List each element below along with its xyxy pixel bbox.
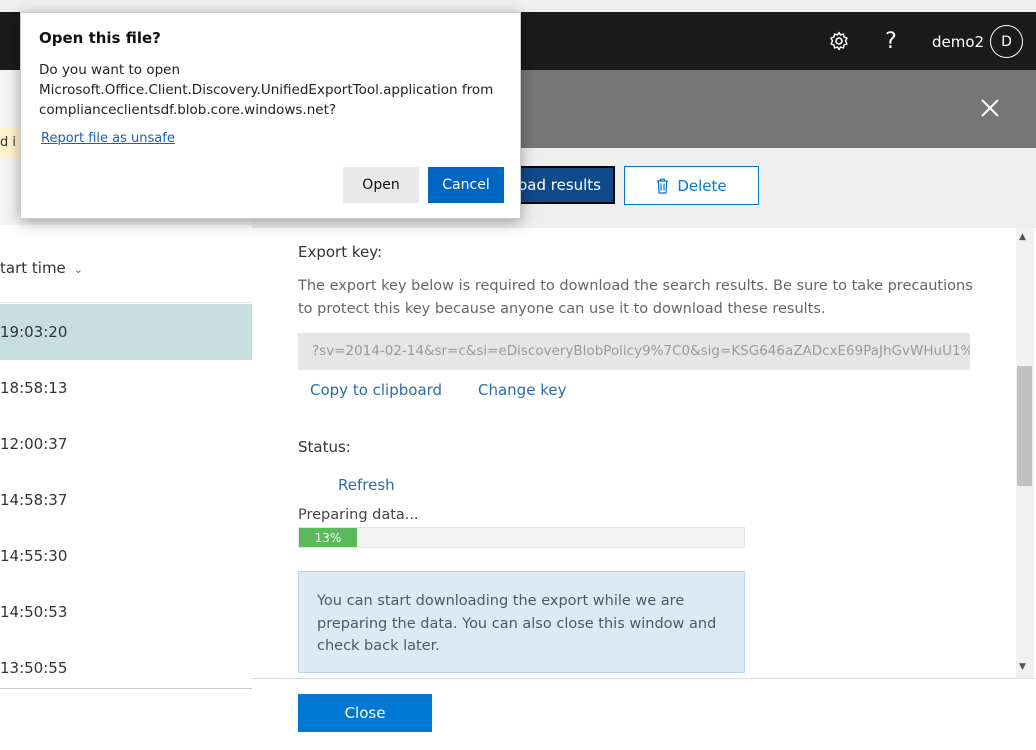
- scrollbar-thumb[interactable]: [1017, 366, 1032, 486]
- info-message: You can start downloading the export whi…: [298, 571, 745, 673]
- progress-percent-text: 13%: [314, 530, 342, 545]
- start-time-value: 19:03:20: [0, 323, 68, 341]
- dialog-message: Do you want to open Microsoft.Office.Cli…: [39, 62, 494, 118]
- open-button-label: Open: [362, 177, 400, 193]
- close-button[interactable]: Close: [298, 694, 432, 732]
- copy-to-clipboard-link[interactable]: Copy to clipboard: [310, 381, 442, 399]
- scroll-down-arrow-icon[interactable]: ▼: [1019, 662, 1026, 672]
- change-key-link[interactable]: Change key: [478, 381, 566, 399]
- list-item[interactable]: 14:55:30: [0, 528, 252, 584]
- divider: [0, 302, 252, 303]
- status-heading: Status:: [298, 438, 351, 456]
- start-time-value: 18:58:13: [0, 379, 68, 397]
- start-time-value: 14:58:37: [0, 491, 68, 509]
- divider: [0, 688, 252, 689]
- refresh-link[interactable]: Refresh: [338, 476, 395, 494]
- gear-icon: [830, 31, 848, 51]
- delete-button[interactable]: Delete: [624, 166, 759, 205]
- scroll-up-arrow-icon[interactable]: ▲: [1019, 232, 1026, 242]
- export-key-field[interactable]: ?sv=2014-02-14&sr=c&si=eDiscoveryBlobPol…: [298, 333, 970, 370]
- avatar[interactable]: D: [990, 25, 1023, 58]
- download-results-button[interactable]: load results: [508, 166, 615, 204]
- avatar-initial: D: [1001, 33, 1012, 50]
- warning-banner: d i: [0, 128, 20, 158]
- start-time-value: 14:50:53: [0, 603, 68, 621]
- export-key-heading: Export key:: [298, 243, 383, 261]
- close-panel-button[interactable]: [976, 95, 1004, 123]
- dialog-title: Open this file?: [39, 29, 161, 47]
- progress-bar: 13%: [298, 527, 745, 548]
- help-button[interactable]: ?: [874, 24, 908, 58]
- chevron-down-icon: ⌄: [73, 263, 83, 276]
- delete-label: Delete: [677, 176, 727, 195]
- list-item[interactable]: 12:00:37: [0, 416, 252, 472]
- column-header-label: tart time: [0, 259, 66, 277]
- open-button[interactable]: Open: [343, 167, 419, 203]
- close-button-label: Close: [344, 704, 386, 722]
- user-name[interactable]: demo2: [932, 33, 984, 51]
- list-item[interactable]: 14:58:37: [0, 472, 252, 528]
- cancel-button-label: Cancel: [442, 177, 490, 193]
- export-key-description: The export key below is required to down…: [298, 278, 973, 317]
- report-unsafe-link[interactable]: Report file as unsafe: [41, 131, 175, 146]
- info-message-text: You can start downloading the export whi…: [317, 593, 717, 654]
- progress-fill: 13%: [299, 528, 357, 547]
- settings-button[interactable]: [822, 24, 856, 58]
- question-icon: ?: [885, 28, 897, 54]
- download-results-label: load results: [513, 176, 601, 194]
- list-item[interactable]: 14:50:53: [0, 584, 252, 640]
- start-time-value: 12:00:37: [0, 435, 68, 453]
- start-time-column-header[interactable]: tart time ⌄: [0, 259, 83, 277]
- list-item[interactable]: 19:03:20: [0, 304, 252, 360]
- start-time-value: 13:50:55: [0, 659, 68, 677]
- start-time-value: 14:55:30: [0, 547, 68, 565]
- trash-icon: [657, 178, 669, 194]
- progress-label: Preparing data...: [298, 507, 419, 523]
- close-icon: [981, 99, 999, 117]
- open-file-dialog: Open this file? Do you want to open Micr…: [20, 12, 521, 219]
- list-item[interactable]: 18:58:13: [0, 360, 252, 416]
- cancel-button[interactable]: Cancel: [428, 167, 504, 203]
